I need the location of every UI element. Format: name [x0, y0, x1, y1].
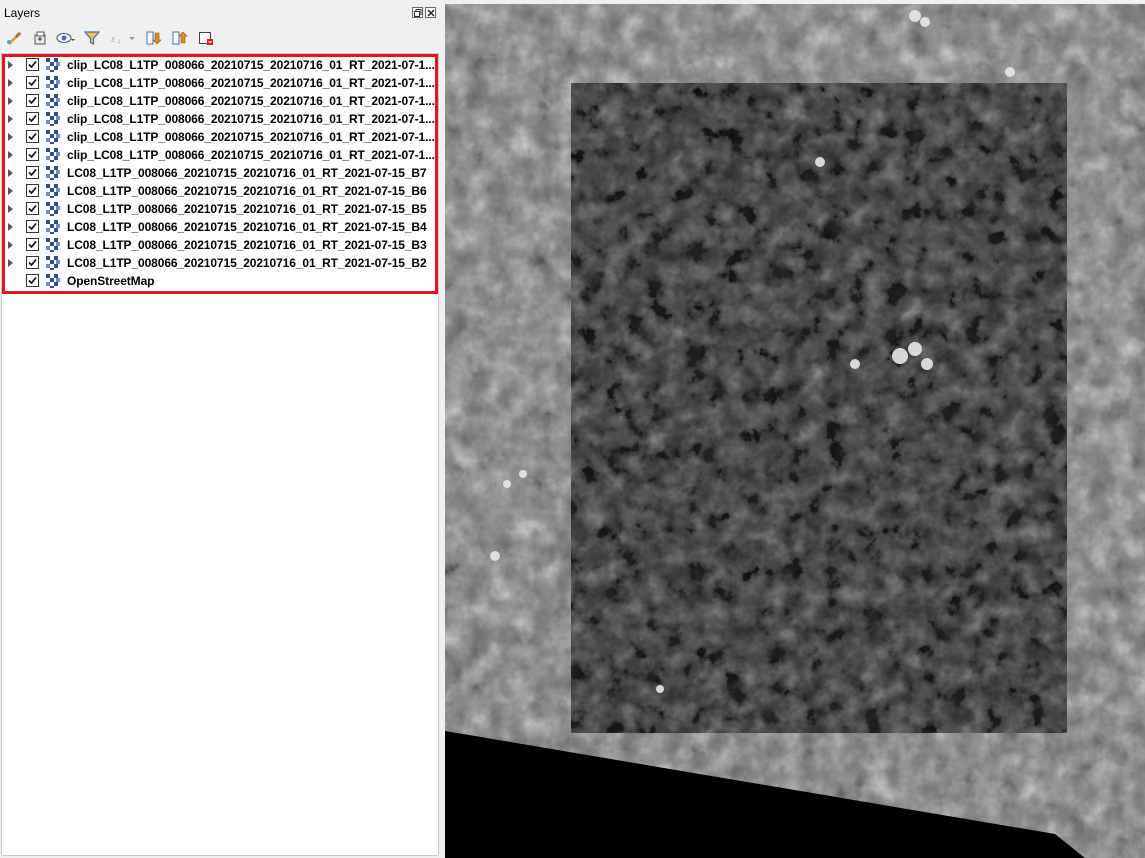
raster-layer-icon	[46, 220, 60, 234]
manage-visibility-icon[interactable]	[56, 27, 76, 49]
layer-name: LC08_L1TP_008066_20210715_20210716_01_RT…	[67, 202, 427, 216]
layer-visibility-checkbox[interactable]	[26, 166, 39, 179]
layer-row[interactable]: clip_LC08_L1TP_008066_20210715_20210716_…	[2, 92, 438, 110]
filter-legend-icon[interactable]	[82, 27, 102, 49]
layer-visibility-checkbox[interactable]	[26, 112, 39, 125]
raster-layer-icon	[46, 58, 60, 72]
layer-visibility-checkbox[interactable]	[26, 184, 39, 197]
layer-row[interactable]: LC08_L1TP_008066_20210715_20210716_01_RT…	[2, 164, 438, 182]
layer-name: clip_LC08_L1TP_008066_20210715_20210716_…	[67, 130, 435, 144]
expand-arrow-icon[interactable]	[8, 151, 13, 159]
expand-arrow-icon[interactable]	[8, 223, 13, 231]
layer-name: LC08_L1TP_008066_20210715_20210716_01_RT…	[67, 220, 427, 234]
remove-layer-icon[interactable]	[196, 27, 216, 49]
layer-name: clip_LC08_L1TP_008066_20210715_20210716_…	[67, 76, 435, 90]
layer-name: clip_LC08_L1TP_008066_20210715_20210716_…	[67, 58, 435, 72]
layer-visibility-checkbox[interactable]	[26, 220, 39, 233]
layer-row[interactable]: LC08_L1TP_008066_20210715_20210716_01_RT…	[2, 254, 438, 272]
raster-layer-icon	[46, 112, 60, 126]
raster-layer-icon	[46, 166, 60, 180]
svg-text:ı: ı	[118, 37, 120, 46]
layer-name: OpenStreetMap	[67, 274, 155, 288]
close-icon[interactable]	[425, 7, 436, 18]
layer-visibility-checkbox[interactable]	[26, 58, 39, 71]
layer-visibility-checkbox[interactable]	[26, 148, 39, 161]
expand-arrow-icon[interactable]	[8, 97, 13, 105]
layer-visibility-checkbox[interactable]	[26, 256, 39, 269]
expand-arrow-icon[interactable]	[8, 169, 13, 177]
layer-tree[interactable]: clip_LC08_L1TP_008066_20210715_20210716_…	[1, 53, 439, 856]
expand-arrow-icon[interactable]	[8, 187, 13, 195]
expand-arrow-icon[interactable]	[8, 259, 13, 267]
raster-layer-icon	[46, 202, 60, 216]
layer-visibility-checkbox[interactable]	[26, 130, 39, 143]
raster-layer-icon	[46, 130, 60, 144]
layer-row[interactable]: clip_LC08_L1TP_008066_20210715_20210716_…	[2, 56, 438, 74]
expand-arrow-icon[interactable]	[8, 115, 13, 123]
layers-panel: Layers εı clip_LC08_L1TP_008066_20210715…	[0, 0, 441, 858]
layer-name: clip_LC08_L1TP_008066_20210715_20210716_…	[67, 148, 435, 162]
layer-row[interactable]: clip_LC08_L1TP_008066_20210715_20210716_…	[2, 128, 438, 146]
layer-visibility-checkbox[interactable]	[26, 202, 39, 215]
style-manager-icon[interactable]	[4, 27, 24, 49]
expand-arrow-icon[interactable]	[8, 133, 13, 141]
layer-visibility-checkbox[interactable]	[26, 94, 39, 107]
layer-row[interactable]: LC08_L1TP_008066_20210715_20210716_01_RT…	[2, 200, 438, 218]
expand-arrow-icon[interactable]	[8, 61, 13, 69]
layer-row[interactable]: LC08_L1TP_008066_20210715_20210716_01_RT…	[2, 218, 438, 236]
layer-row[interactable]: clip_LC08_L1TP_008066_20210715_20210716_…	[2, 146, 438, 164]
layers-toolbar: εı	[4, 27, 434, 49]
raster-layer-icon	[46, 184, 60, 198]
layer-row[interactable]: clip_LC08_L1TP_008066_20210715_20210716_…	[2, 110, 438, 128]
raster-layer-icon	[46, 274, 60, 288]
layer-visibility-checkbox[interactable]	[26, 238, 39, 251]
expand-arrow-icon[interactable]	[8, 79, 13, 87]
satellite-raster	[445, 4, 1145, 858]
layer-row[interactable]: LC08_L1TP_008066_20210715_20210716_01_RT…	[2, 182, 438, 200]
raster-layer-icon	[46, 94, 60, 108]
layer-name: clip_LC08_L1TP_008066_20210715_20210716_…	[67, 112, 435, 126]
filter-expression-icon: εı	[108, 27, 138, 49]
layer-name: LC08_L1TP_008066_20210715_20210716_01_RT…	[67, 166, 427, 180]
svg-text:ε: ε	[111, 33, 116, 45]
collapse-all-icon[interactable]	[170, 27, 190, 49]
raster-layer-icon	[46, 238, 60, 252]
layer-visibility-checkbox[interactable]	[26, 274, 39, 287]
layer-row[interactable]: LC08_L1TP_008066_20210715_20210716_01_RT…	[2, 236, 438, 254]
layer-row[interactable]: OpenStreetMap	[2, 272, 438, 290]
raster-layer-icon	[46, 76, 60, 90]
layer-name: LC08_L1TP_008066_20210715_20210716_01_RT…	[67, 256, 427, 270]
map-canvas[interactable]	[445, 4, 1145, 858]
expand-arrow-icon[interactable]	[8, 241, 13, 249]
layer-name: LC08_L1TP_008066_20210715_20210716_01_RT…	[67, 184, 427, 198]
layer-row[interactable]: clip_LC08_L1TP_008066_20210715_20210716_…	[2, 74, 438, 92]
panel-title: Layers	[4, 6, 41, 20]
expand-all-icon[interactable]	[144, 27, 164, 49]
raster-layer-icon	[46, 256, 60, 270]
float-icon[interactable]	[412, 7, 423, 18]
expand-arrow-icon[interactable]	[8, 205, 13, 213]
layer-visibility-checkbox[interactable]	[26, 76, 39, 89]
clip-extent-overlay	[571, 83, 1067, 733]
raster-layer-icon	[46, 148, 60, 162]
layer-name: clip_LC08_L1TP_008066_20210715_20210716_…	[67, 94, 435, 108]
layer-name: LC08_L1TP_008066_20210715_20210716_01_RT…	[67, 238, 427, 252]
add-group-icon[interactable]	[30, 27, 50, 49]
